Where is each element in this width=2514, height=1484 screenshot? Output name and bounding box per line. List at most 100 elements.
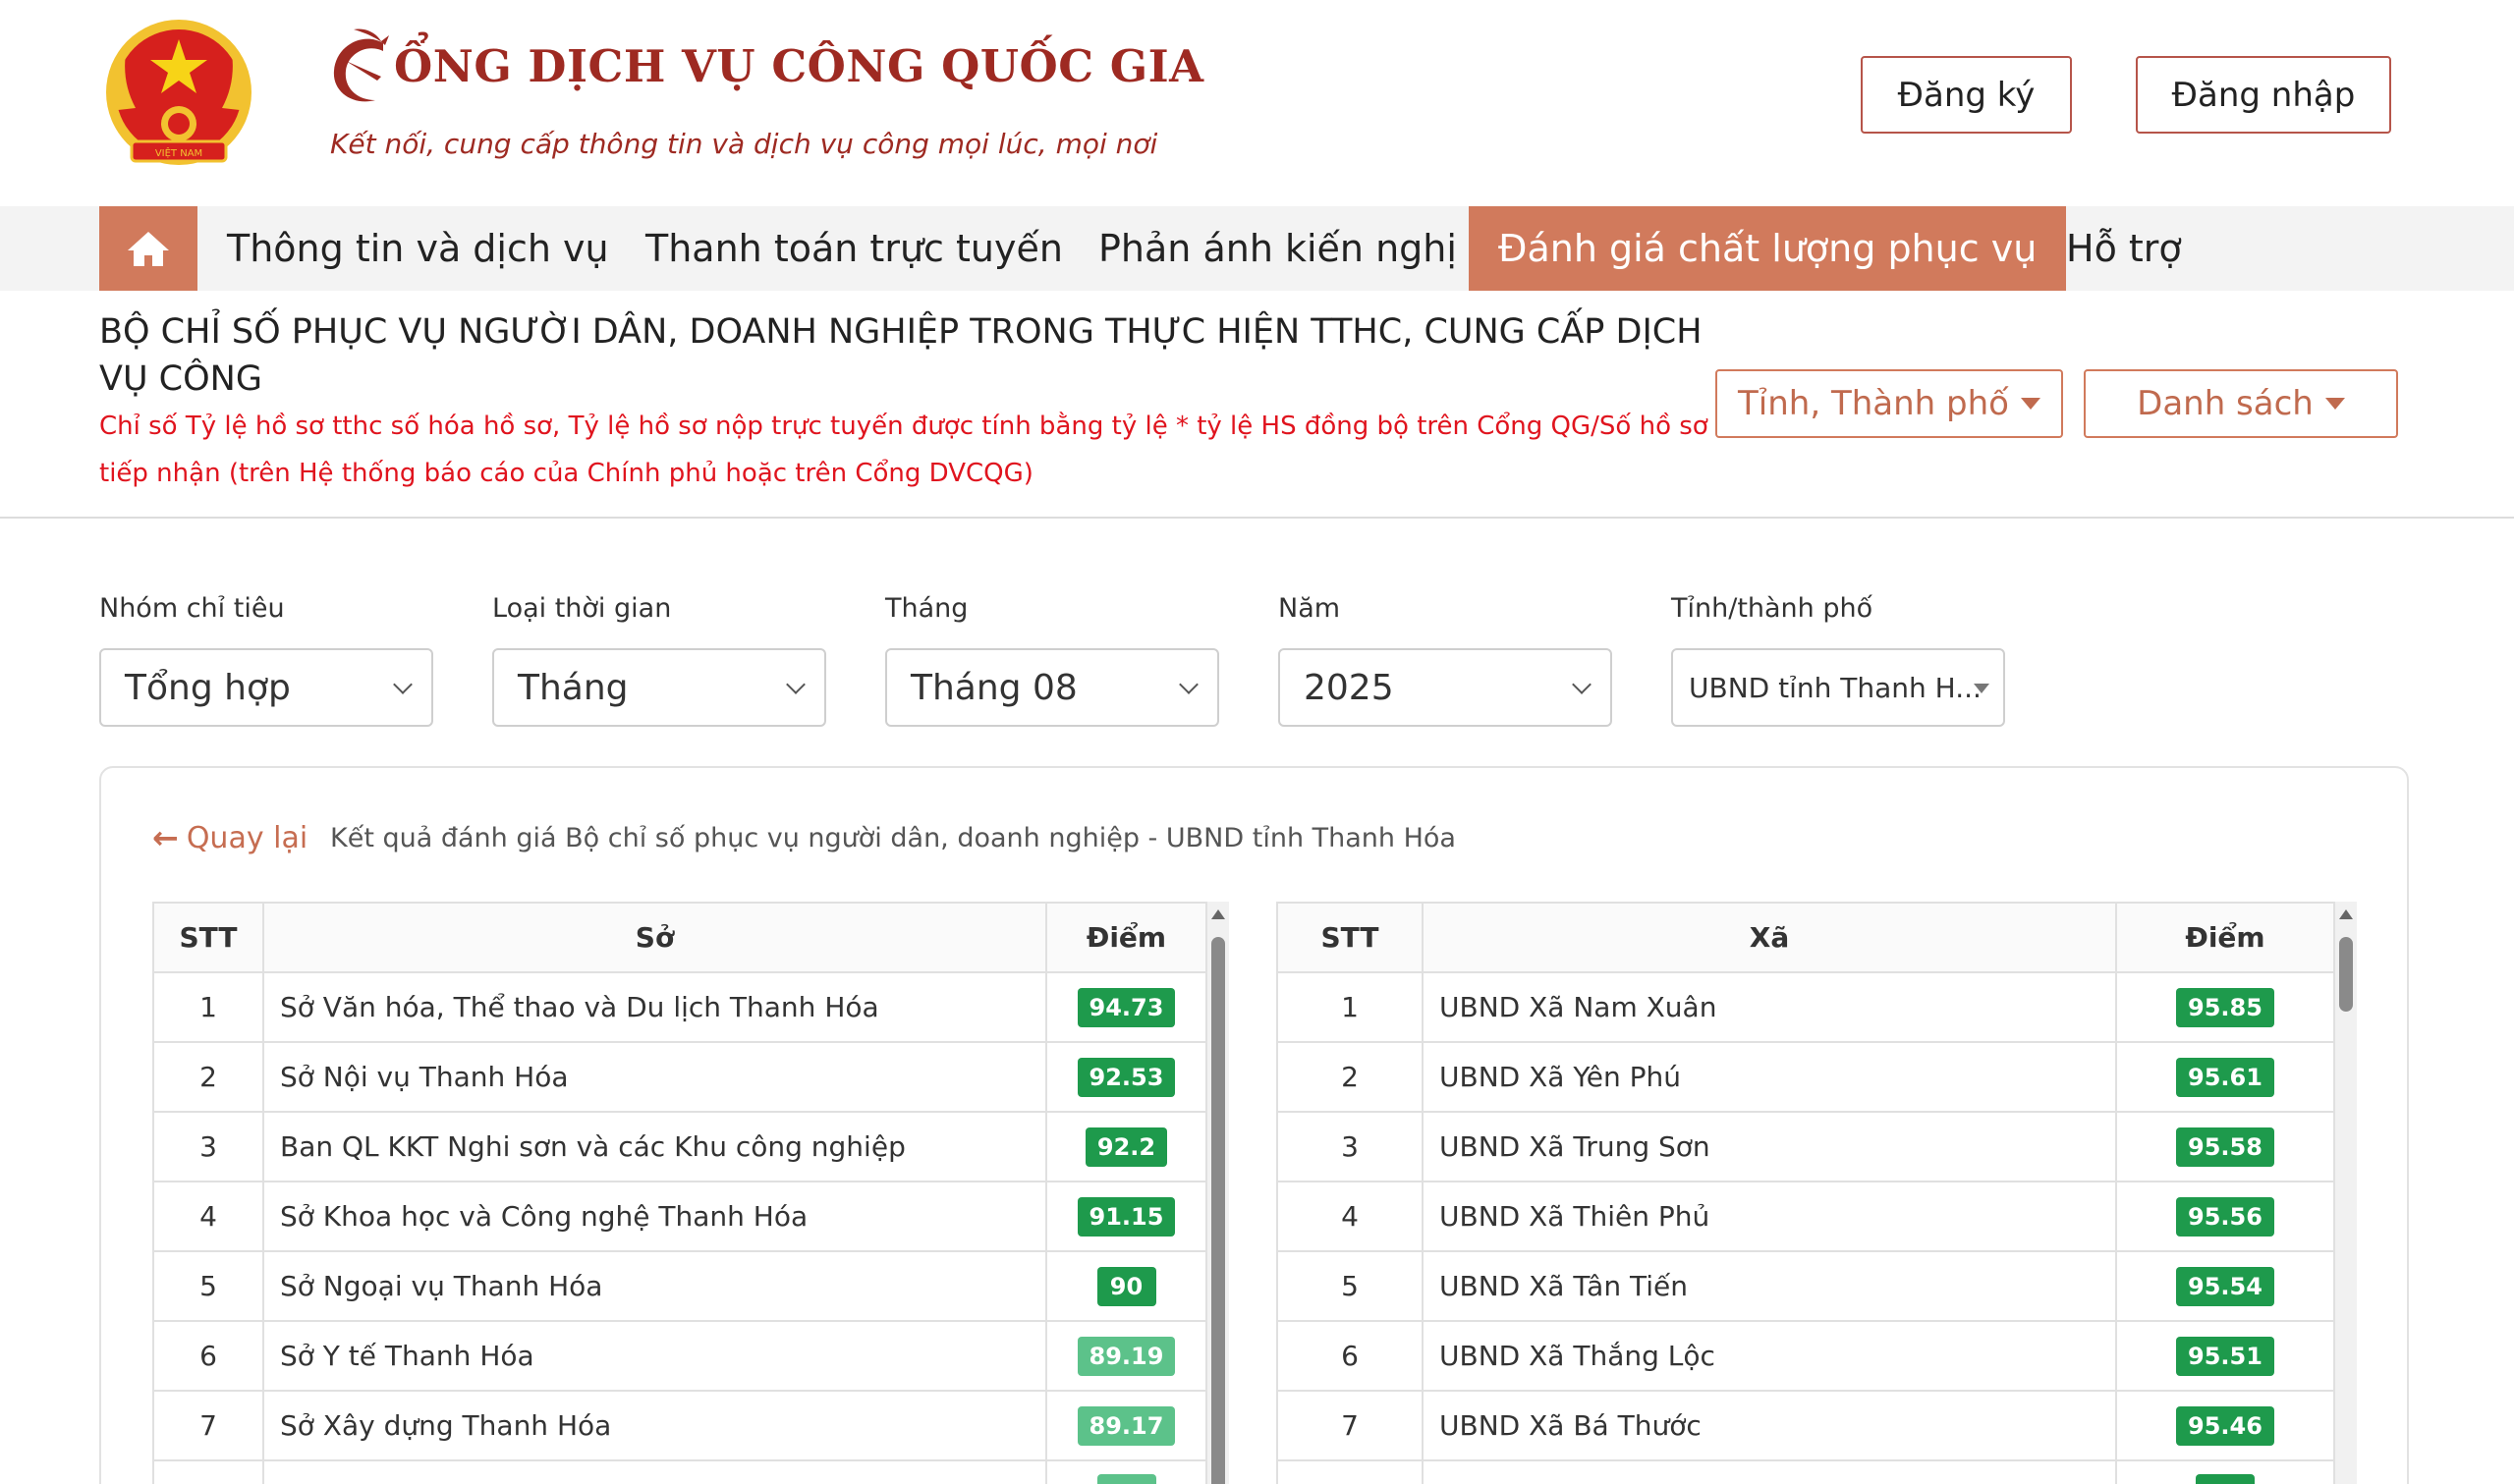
row-index: 7 [152,1390,264,1461]
scroll-thumb[interactable] [2339,937,2353,1012]
filter-month: Tháng Tháng 08 [885,593,1219,727]
list-dropdown[interactable]: Danh sách [2084,369,2398,438]
table-row[interactable]: 4 UBND Xã Thiên Phủ 95.56 [1276,1181,2335,1252]
chevron-down-icon [393,675,413,694]
row-index: 6 [152,1320,264,1392]
row-index: 3 [152,1111,264,1182]
commune-table: STT Xã Điểm 1 UBND Xã Nam Xuân 95.85 2 UBND … [1276,902,2335,1484]
row-unit-name: Sở Y tế Thanh Hóa [262,1320,1047,1392]
column-header: Điểm [2115,902,2335,973]
row-unit-name: Sở Văn hóa, Thể thao và Du lịch Thanh Hó… [262,971,1047,1043]
row-unit-name: Sở Nội vụ Thanh Hóa [262,1041,1047,1113]
row-unit-name: UBND Xã Thiên Phủ [1422,1181,2117,1252]
chevron-down-icon [1179,675,1199,694]
column-header: STT [1276,902,1424,973]
table-row[interactable]: 6 Sở Y tế Thanh Hóa 89.19 [152,1320,1207,1392]
row-score-cell: 92.2 [1045,1111,1207,1182]
nav-home[interactable] [99,206,197,291]
filter-province: Tỉnh/thành phố UBND tỉnh Thanh H... [1671,593,2005,727]
score-badge: 95.54 [2176,1266,2274,1306]
row-index: 5 [1276,1250,1424,1322]
brand[interactable]: ỔNG DỊCH VỤ CÔNG QUỐC GIA Kết nối, cung … [324,22,1204,160]
row-index: 7 [1276,1390,1424,1461]
row-unit-name: UBND Xã Trung Sơn [1422,1111,2117,1182]
nav-item-service-evaluation[interactable]: Đánh giá chất lượng phục vụ [1469,206,2067,291]
result-panel: ← Quay lại Kết quả đánh giá Bộ chỉ số ph… [99,766,2409,1484]
province-select[interactable]: UBND tỉnh Thanh H... [1671,648,2005,727]
column-header: Sở [262,902,1047,973]
table-row[interactable]: 1 Sở Văn hóa, Thể thao và Du lịch Thanh H… [152,971,1207,1043]
table-row[interactable]: 6 UBND Xã Thắng Lộc 95.51 [1276,1320,2335,1392]
nav-item-info-services[interactable]: Thông tin và dịch vụ [227,206,609,291]
indicator-group-select[interactable]: Tổng hợp [99,648,433,727]
province-dropdown[interactable]: Tỉnh, Thành phố [1715,369,2063,438]
column-header: STT [152,902,264,973]
row-score-cell: 95.54 [2115,1250,2335,1322]
brand-bird-icon [333,28,389,102]
table-row[interactable]: 5 UBND Xã Tân Tiến 95.54 [1276,1250,2335,1322]
nav-item-feedback[interactable]: Phản ánh kiến nghị [1098,206,1457,291]
table-row[interactable]: 3 Ban QL KKT Nghi sơn và các Khu công ngh… [152,1111,1207,1182]
table-row[interactable] [1276,1459,2335,1484]
chevron-down-icon [786,675,806,694]
svg-text:VIỆT NAM: VIỆT NAM [155,146,202,159]
year-select[interactable]: 2025 [1278,648,1612,727]
department-table-container: STT Sở Điểm 1 Sở Văn hóa, Thể thao và Du … [152,902,1229,1484]
row-score-cell: 95.85 [2115,971,2335,1043]
score-badge: 94.73 [1077,987,1176,1027]
row-index: 3 [1276,1111,1424,1182]
table-row[interactable]: 7 UBND Xã Bá Thước 95.46 [1276,1390,2335,1461]
column-header: Xã [1422,902,2117,973]
row-unit-name: UBND Xã Tân Tiến [1422,1250,2117,1322]
score-badge: 92.53 [1077,1057,1176,1097]
score-badge: 95.85 [2176,987,2274,1027]
site-header: VIỆT NAM ỔNG DỊCH VỤ CÔNG QUỐC GIA Kết n… [0,0,2514,206]
scroll-thumb[interactable] [1211,937,1225,1484]
score-badge: 92.2 [1085,1127,1168,1167]
table-row[interactable] [152,1459,1207,1484]
score-badge [1096,1474,1156,1484]
row-index: 2 [1276,1041,1424,1113]
row-unit-name: Sở Xây dựng Thanh Hóa [262,1390,1047,1461]
commune-table-scrollbar[interactable] [2335,902,2357,1484]
row-score-cell [2115,1459,2335,1484]
row-score-cell: 94.73 [1045,971,1207,1043]
calculation-note: Chỉ số Tỷ lệ hồ sơ tthc số hóa hồ sơ, Tỷ… [99,412,1708,488]
month-select[interactable]: Tháng 08 [885,648,1219,727]
score-badge: 89.19 [1077,1336,1176,1376]
row-unit-name [262,1459,1047,1484]
table-row[interactable]: 2 Sở Nội vụ Thanh Hóa 92.53 [152,1041,1207,1113]
table-row[interactable]: 4 Sở Khoa học và Công nghệ Thanh Hóa 91.15 [152,1181,1207,1252]
register-button[interactable]: Đăng ký [1861,56,2072,134]
row-score-cell: 89.19 [1045,1320,1207,1392]
department-table-scrollbar[interactable] [1207,902,1229,1484]
national-emblem-logo[interactable]: VIỆT NAM [96,14,261,177]
login-button[interactable]: Đăng nhập [2136,56,2391,134]
nav-item-support[interactable]: Hỗ trợ [2066,206,2182,291]
table-row[interactable]: 3 UBND Xã Trung Sơn 95.58 [1276,1111,2335,1182]
row-score-cell: 92.53 [1045,1041,1207,1113]
row-unit-name: UBND Xã Bá Thước [1422,1390,2117,1461]
back-link[interactable]: ← Quay lại [152,819,307,856]
row-score-cell: 95.58 [2115,1111,2335,1182]
result-heading: Kết quả đánh giá Bộ chỉ số phục vụ người… [330,823,1456,853]
time-type-select[interactable]: Tháng [492,648,826,727]
table-row[interactable]: 5 Sở Ngoại vụ Thanh Hóa 90 [152,1250,1207,1322]
nav-item-online-payment[interactable]: Thanh toán trực tuyến [645,206,1063,291]
department-table: STT Sở Điểm 1 Sở Văn hóa, Thể thao và Du … [152,902,1207,1484]
row-index: 4 [1276,1181,1424,1252]
brand-subtitle: Kết nối, cung cấp thông tin và dịch vụ c… [330,128,1158,160]
filter-indicator-group: Nhóm chỉ tiêu Tổng hợp [99,593,433,727]
scroll-up-icon[interactable] [2339,909,2353,919]
row-score-cell: 95.56 [2115,1181,2335,1252]
chevron-down-icon [1572,675,1592,694]
row-index: 5 [152,1250,264,1322]
filter-time-type: Loại thời gian Tháng [492,593,826,727]
table-row[interactable]: 7 Sở Xây dựng Thanh Hóa 89.17 [152,1390,1207,1461]
main-nav: Thông tin và dịch vụ Thanh toán trực tuy… [0,206,2514,291]
scroll-up-icon[interactable] [1211,909,1225,919]
filter-label: Năm [1278,593,1341,624]
table-row[interactable]: 1 UBND Xã Nam Xuân 95.85 [1276,971,2335,1043]
score-badge: 95.58 [2176,1127,2274,1167]
table-row[interactable]: 2 UBND Xã Yên Phú 95.61 [1276,1041,2335,1113]
